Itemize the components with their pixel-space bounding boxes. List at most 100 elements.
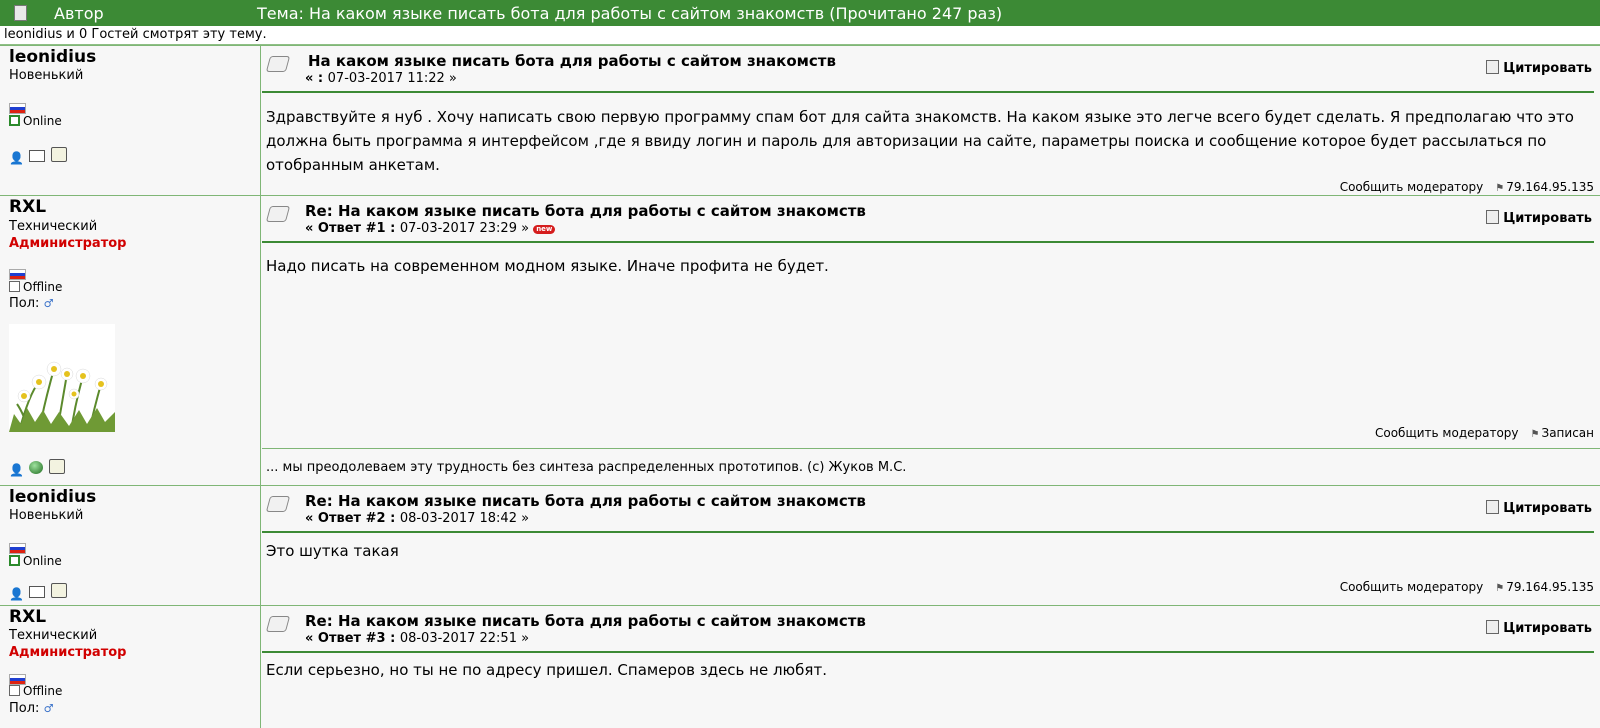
username-link[interactable]: leonidius xyxy=(9,47,96,67)
personal-message-icon[interactable] xyxy=(51,583,67,598)
gender-row: Пол: ♂ xyxy=(9,701,53,716)
user-signature: ... мы преодолеваем эту трудность без си… xyxy=(266,460,907,475)
post: RXL Технический Администратор Offline По… xyxy=(0,195,1600,486)
topic-document-icon xyxy=(14,5,27,21)
personal-message-icon[interactable] xyxy=(51,147,67,162)
reply-label: « : xyxy=(305,71,328,86)
post-author-panel: RXL Технический Администратор Offline По… xyxy=(0,196,261,486)
website-globe-icon[interactable] xyxy=(29,461,43,474)
post-subject-link[interactable]: Re: На каком языке писать бота для работ… xyxy=(305,202,866,220)
post-divider xyxy=(262,531,1594,533)
quote-label: Цитировать xyxy=(1503,621,1592,636)
author-column-label: Автор xyxy=(54,4,104,23)
chamomile-avatar-image xyxy=(9,324,115,433)
status-label: Online xyxy=(23,114,62,128)
online-status-icon xyxy=(9,555,20,566)
user-rank: Новенький xyxy=(9,68,84,83)
post: leonidius Новенький Online 👤 На каком яз… xyxy=(0,45,1600,196)
post-subject-link[interactable]: Re: На каком языке писать бота для работ… xyxy=(305,612,866,630)
user-actions: 👤 xyxy=(9,583,73,602)
email-icon[interactable] xyxy=(29,150,45,162)
quote-button[interactable]: Цитировать xyxy=(1486,60,1592,76)
russia-flag-icon xyxy=(9,269,26,280)
quote-icon xyxy=(1486,500,1500,514)
ip-address: 79.164.95.135 xyxy=(1506,180,1594,194)
topic-header: Автор Тема: На каком языке писать бота д… xyxy=(0,0,1600,26)
russia-flag-icon xyxy=(9,543,26,554)
quote-label: Цитировать xyxy=(1503,61,1592,76)
reply-label: « Ответ #2 : xyxy=(305,511,400,526)
report-to-moderator-link[interactable]: Сообщить модератору xyxy=(1375,426,1519,440)
user-rank: Технический xyxy=(9,219,98,234)
profile-icon[interactable]: 👤 xyxy=(9,152,24,165)
report-bar: Сообщить модератору ⚑ Записан xyxy=(1375,426,1594,440)
topic-title: Тема: На каком языке писать бота для раб… xyxy=(257,4,1003,23)
online-status-icon xyxy=(9,115,20,126)
offline-status-icon xyxy=(9,685,20,696)
ip-icon: ⚑ xyxy=(1495,583,1505,594)
reply-label: « Ответ #1 : xyxy=(305,221,400,236)
quote-button[interactable]: Цитировать xyxy=(1486,500,1592,516)
post: RXL Технический Администратор Offline По… xyxy=(0,605,1600,728)
email-icon[interactable] xyxy=(29,586,45,598)
post-meta: « : 07-03-2017 11:22 » xyxy=(305,71,457,86)
post-icon xyxy=(265,56,291,72)
personal-message-icon[interactable] xyxy=(49,459,65,474)
reply-label: « Ответ #3 : xyxy=(305,631,400,646)
post-author-panel: RXL Технический Администратор Offline По… xyxy=(0,606,261,728)
post-content: Re: На каком языке писать бота для работ… xyxy=(262,486,1600,606)
user-avatar xyxy=(9,324,115,433)
post-subject-link[interactable]: На каком языке писать бота для работы с … xyxy=(308,52,836,70)
post-icon xyxy=(265,496,291,512)
post-icon xyxy=(265,206,291,222)
post-author-panel: leonidius Новенький Online 👤 xyxy=(0,46,261,196)
username-link[interactable]: RXL xyxy=(9,197,46,217)
report-to-moderator-link[interactable]: Сообщить модератору xyxy=(1340,180,1484,194)
post-date: 08-03-2017 22:51 » xyxy=(399,631,530,646)
post-divider xyxy=(262,91,1594,93)
male-icon: ♂ xyxy=(43,702,54,715)
user-rank: Технический xyxy=(9,628,98,643)
profile-icon[interactable]: 👤 xyxy=(9,588,24,601)
status-label: Online xyxy=(23,554,62,568)
post-meta: « Ответ #2 : 08-03-2017 18:42 » xyxy=(305,511,529,526)
admin-rank: Администратор xyxy=(9,645,127,660)
online-status: Online xyxy=(9,554,62,568)
report-bar: Сообщить модератору ⚑ 79.164.95.135 xyxy=(1340,180,1594,194)
quote-icon xyxy=(1486,210,1500,224)
online-status: Online xyxy=(9,114,62,128)
quote-icon xyxy=(1486,620,1500,634)
quote-button[interactable]: Цитировать xyxy=(1486,210,1592,226)
quote-label: Цитировать xyxy=(1503,501,1592,516)
status-label: Offline xyxy=(23,684,63,698)
post-meta: « Ответ #3 : 08-03-2017 22:51 » xyxy=(305,631,529,646)
post-divider xyxy=(262,651,1594,653)
profile-icon[interactable]: 👤 xyxy=(9,464,24,477)
user-actions: 👤 xyxy=(9,147,73,166)
gender-label: Пол: xyxy=(9,701,40,716)
post-date: 07-03-2017 23:29 » xyxy=(399,221,530,236)
new-badge: new xyxy=(533,225,556,234)
username-link[interactable]: RXL xyxy=(9,607,46,627)
user-rank: Новенький xyxy=(9,508,84,523)
male-icon: ♂ xyxy=(43,297,54,310)
ip-icon: ⚑ xyxy=(1530,429,1540,440)
post-content: Re: На каком языке писать бота для работ… xyxy=(262,196,1600,486)
user-actions: 👤 xyxy=(9,459,71,478)
post-date: 08-03-2017 18:42 » xyxy=(399,511,530,526)
post-subject-link[interactable]: Re: На каком языке писать бота для работ… xyxy=(305,492,866,510)
username-link[interactable]: leonidius xyxy=(9,487,96,507)
report-to-moderator-link[interactable]: Сообщить модератору xyxy=(1340,580,1484,594)
post-meta: « Ответ #1 : 07-03-2017 23:29 » new xyxy=(305,221,556,236)
russia-flag-icon xyxy=(9,103,26,114)
viewers-text: leonidius и 0 Гостей смотрят эту тему. xyxy=(4,27,267,42)
ip-address: 79.164.95.135 xyxy=(1506,580,1594,594)
post-icon xyxy=(265,616,291,632)
offline-status: Offline xyxy=(9,280,62,294)
post-content: На каком языке писать бота для работы с … xyxy=(262,46,1600,196)
post-content: Re: На каком языке писать бота для работ… xyxy=(262,606,1600,728)
viewers-bar: leonidius и 0 Гостей смотрят эту тему. xyxy=(0,26,1600,45)
admin-rank: Администратор xyxy=(9,236,127,251)
quote-button[interactable]: Цитировать xyxy=(1486,620,1592,636)
offline-status: Offline xyxy=(9,684,62,698)
